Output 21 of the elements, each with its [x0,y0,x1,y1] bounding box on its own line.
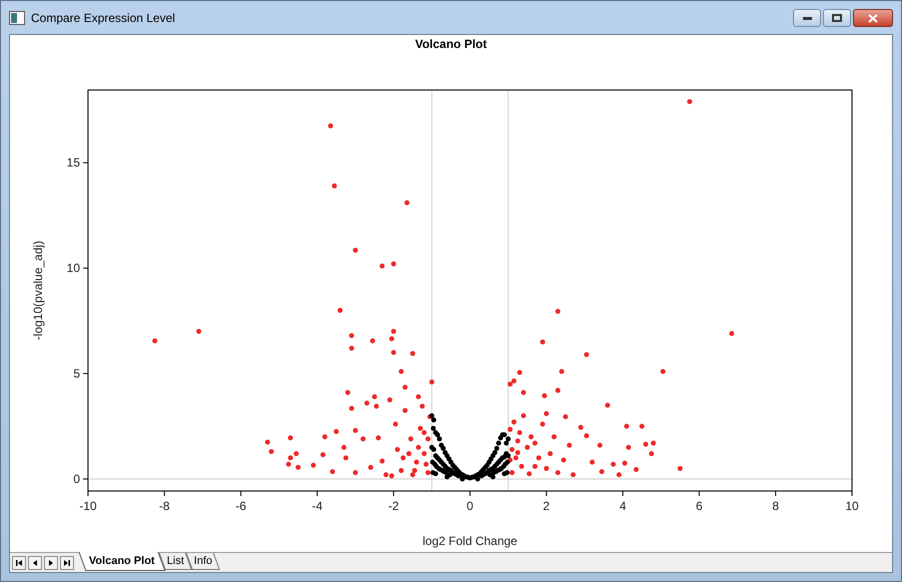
tick-label: 0 [466,499,474,513]
sheet-tab[interactable]: Volcano Plot [78,552,166,571]
window-title: Compare Expression Level [31,10,176,26]
tick-label: -6 [235,499,246,513]
plot-title: Volcano Plot [415,36,487,52]
sheet-tab[interactable]: Info [186,553,220,570]
tick-label: 0 [73,472,80,486]
axis-title: log2 Fold Change [422,534,518,548]
tick-label: -10 [79,499,97,513]
tick-label: -8 [159,499,170,513]
tick-label: -4 [312,499,323,513]
tick-label: 5 [73,366,80,381]
tick-label: -2 [388,499,399,513]
tick-label: 15 [66,156,80,170]
tick-label: 6 [696,499,703,513]
tick-label: 10 [66,261,80,276]
tick-label: 2 [543,499,550,513]
axis-title: -log10(pvalue_adj) [31,240,45,340]
tick-label: 8 [772,499,779,513]
tick-label: 10 [845,499,859,513]
tick-label: 4 [619,499,626,513]
